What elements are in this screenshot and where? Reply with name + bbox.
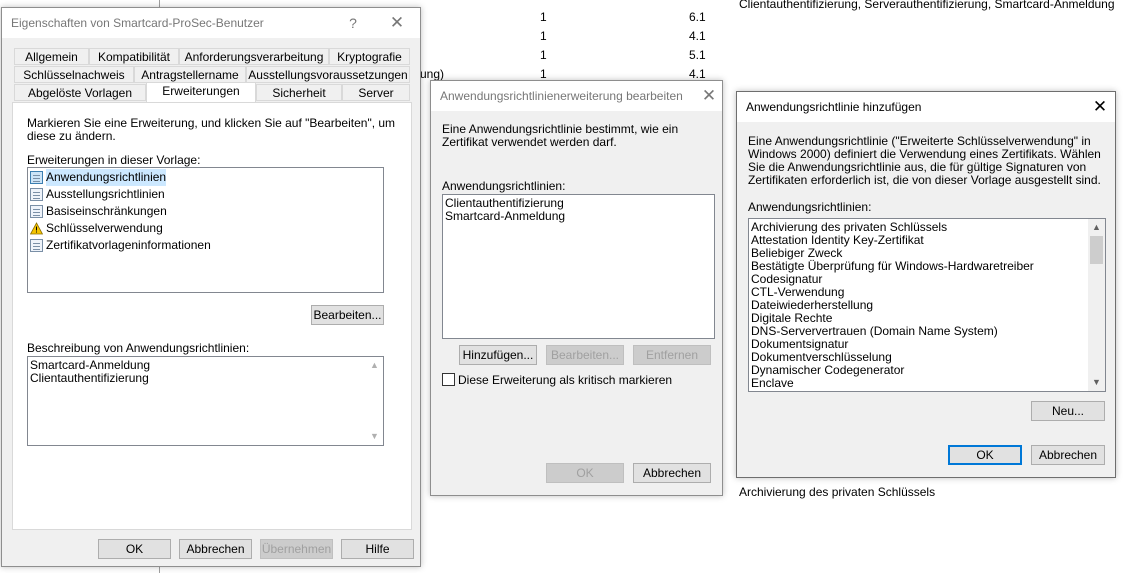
background-cell: 4.1	[689, 67, 706, 81]
close-icon[interactable]: ✕	[1089, 96, 1111, 118]
critical-checkbox[interactable]	[442, 373, 455, 386]
edit-button[interactable]: Bearbeiten...	[546, 345, 624, 365]
cancel-button[interactable]: Abbrechen	[1031, 445, 1105, 465]
list-item[interactable]: Enclave	[749, 377, 1105, 390]
cancel-button[interactable]: Abbrechen	[179, 539, 252, 559]
extensions-tab-panel: Markieren Sie eine Erweiterung, und klic…	[12, 102, 412, 530]
edit-policy-extension-dialog: Anwendungsrichtlinienerweiterung bearbei…	[430, 80, 723, 496]
scroll-thumb[interactable]	[1090, 236, 1103, 264]
scroll-up-icon[interactable]: ▲	[366, 357, 383, 374]
policies-label: Anwendungsrichtlinien:	[442, 179, 566, 193]
add-button[interactable]: Hinzufügen...	[459, 345, 537, 365]
tab-erweiterungen[interactable]: Erweiterungen	[146, 82, 256, 102]
document-icon	[30, 205, 43, 218]
document-icon	[30, 171, 43, 184]
background-cell: 4.1	[689, 29, 706, 43]
instruction-text: Markieren Sie eine Erweiterung, und klic…	[27, 116, 396, 143]
background-cell: 1	[540, 48, 547, 62]
properties-title: Eigenschaften von Smartcard-ProSec-Benut…	[11, 16, 264, 30]
edit-policy-title: Anwendungsrichtlinienerweiterung bearbei…	[440, 89, 683, 103]
background-cell: 1	[540, 29, 547, 43]
edit-policy-titlebar: Anwendungsrichtlinienerweiterung bearbei…	[431, 81, 722, 111]
tab-server[interactable]: Server	[342, 84, 410, 101]
document-icon	[30, 239, 43, 252]
add-policy-titlebar: Anwendungsrichtlinie hinzufügen ✕	[737, 92, 1115, 122]
document-icon	[30, 188, 43, 201]
background-bottom-text: Archivierung des privaten Schlüssels	[739, 485, 936, 499]
tab-antragstellername[interactable]: Antragstellername	[134, 66, 246, 83]
critical-label: Diese Erweiterung als kritisch markieren	[458, 373, 673, 387]
new-button[interactable]: Neu...	[1031, 401, 1105, 421]
list-item-zertifikatvorlageninformationen[interactable]: Zertifikatvorlageninformationen	[28, 237, 383, 254]
add-policy-description: Eine Anwendungsrichtlinie ("Erweiterte S…	[748, 134, 1101, 187]
description-scrollbar[interactable]: ▲ ▼	[366, 357, 383, 445]
properties-titlebar: Eigenschaften von Smartcard-ProSec-Benut…	[2, 8, 420, 38]
tab-ausstellungsvoraussetzungen[interactable]: Ausstellungsvoraussetzungen	[246, 66, 410, 83]
scroll-down-icon[interactable]: ▼	[1088, 374, 1105, 391]
add-policy-title: Anwendungsrichtlinie hinzufügen	[746, 100, 922, 114]
list-item-anwendungsrichtlinien[interactable]: Anwendungsrichtlinien	[28, 169, 383, 186]
scroll-down-icon[interactable]: ▼	[366, 428, 383, 445]
edit-policy-description: Eine Anwendungsrichtlinie bestimmt, wie …	[442, 122, 679, 149]
ok-button[interactable]: OK	[98, 539, 171, 559]
background-cell: 1	[540, 67, 547, 81]
list-item[interactable]: Smartcard-Anmeldung	[443, 210, 714, 223]
background-cell: Clientauthentifizierung, Serverauthentif…	[739, 0, 1115, 11]
help-button[interactable]: Hilfe	[341, 539, 414, 559]
add-policies-label: Anwendungsrichtlinien:	[748, 200, 872, 214]
properties-dialog: Eigenschaften von Smartcard-ProSec-Benut…	[1, 7, 421, 567]
tab-row-3: Abgelöste Vorlagen Erweiterungen Sicherh…	[2, 82, 422, 104]
background-cell: 5.1	[689, 48, 706, 62]
tab-anforderungsverarbeitung[interactable]: Anforderungsverarbeitung	[179, 48, 329, 65]
ok-button[interactable]: OK	[948, 445, 1022, 465]
scroll-up-icon[interactable]: ▲	[1088, 219, 1105, 236]
description-box[interactable]: Smartcard-Anmeldung Clientauthentifizier…	[27, 356, 384, 446]
background-cell: 6.1	[689, 10, 706, 24]
list-item-schluesselverwendung[interactable]: Schlüsselverwendung	[28, 220, 383, 237]
tab-kompatibilitaet[interactable]: Kompatibilität	[89, 48, 179, 65]
tab-allgemein[interactable]: Allgemein	[14, 48, 89, 65]
help-icon[interactable]: ?	[342, 12, 364, 34]
tab-abgeloeste-vorlagen[interactable]: Abgelöste Vorlagen	[14, 84, 146, 101]
policies-scrollbar[interactable]: ▲ ▼	[1088, 219, 1105, 391]
edit-extension-button[interactable]: Bearbeiten...	[311, 305, 384, 325]
tab-kryptografie[interactable]: Kryptografie	[329, 48, 410, 65]
list-item[interactable]: Dynamischer Codegenerator	[749, 364, 1105, 377]
description-line: Clientauthentifizierung	[30, 371, 149, 385]
background-cell: 1	[540, 10, 547, 24]
close-icon[interactable]: ✕	[386, 12, 408, 34]
apply-button[interactable]: Übernehmen	[260, 539, 333, 559]
extensions-label: Erweiterungen in dieser Vorlage:	[27, 153, 201, 167]
policies-list[interactable]: Clientauthentifizierung Smartcard-Anmeld…	[442, 194, 715, 339]
description-label: Beschreibung von Anwendungsrichtlinien:	[27, 341, 250, 355]
tab-schluesselnachweis[interactable]: Schlüsselnachweis	[14, 66, 134, 83]
ok-button[interactable]: OK	[546, 463, 624, 483]
list-item-ausstellungsrichtlinien[interactable]: Ausstellungsrichtlinien	[28, 186, 383, 203]
extensions-list[interactable]: Anwendungsrichtlinien Ausstellungsrichtl…	[27, 167, 384, 293]
warning-icon	[29, 222, 44, 235]
list-item-basiseinschraenkungen[interactable]: Basiseinschränkungen	[28, 203, 383, 220]
cancel-button[interactable]: Abbrechen	[633, 463, 711, 483]
background-fragment: ung)	[420, 67, 445, 81]
tab-sicherheit[interactable]: Sicherheit	[256, 84, 342, 101]
available-policies-list[interactable]: Archivierung des privaten Schlüssels Att…	[748, 218, 1106, 392]
remove-button[interactable]: Entfernen	[633, 345, 711, 365]
add-policy-dialog: Anwendungsrichtlinie hinzufügen ✕ Eine A…	[736, 91, 1116, 478]
close-icon[interactable]: ✕	[698, 85, 720, 107]
